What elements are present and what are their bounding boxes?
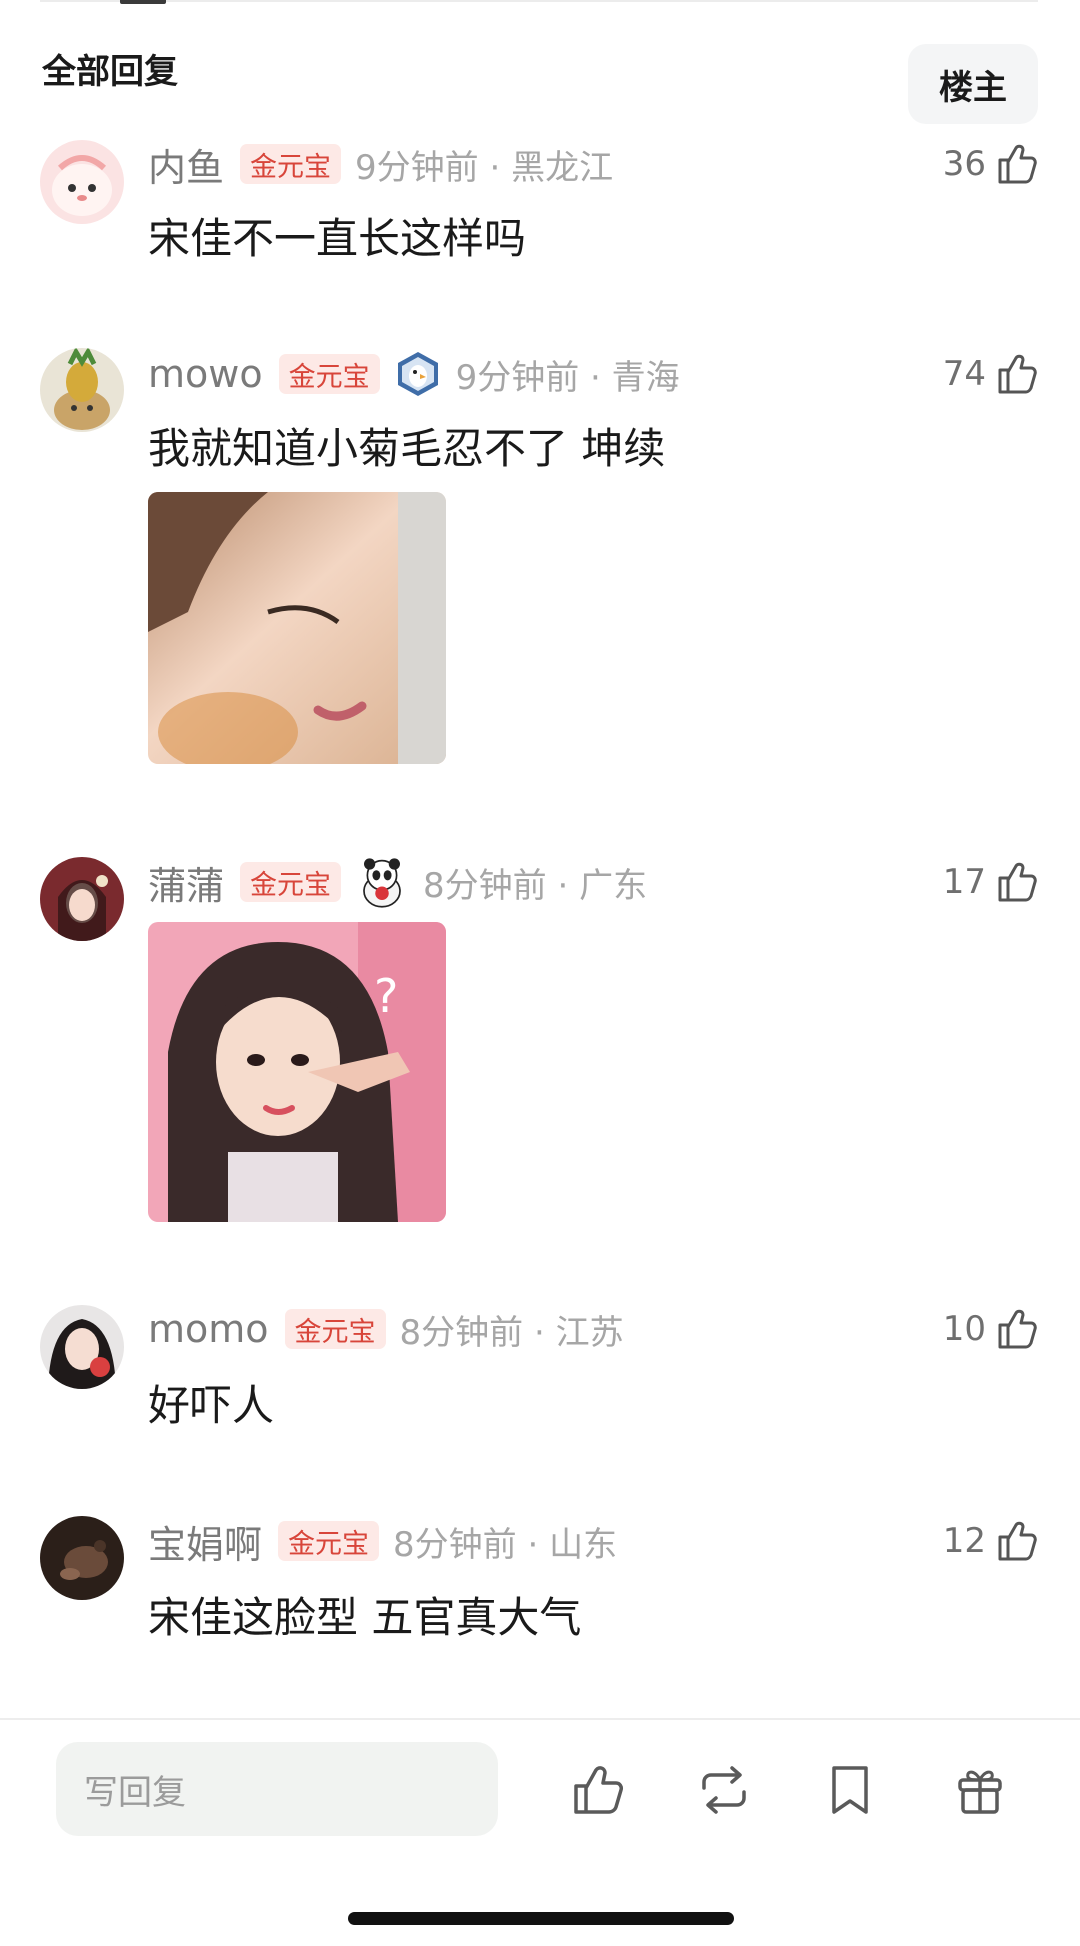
- comment-meta: 宝娟啊 金元宝 8分钟前 · 山东: [148, 1518, 618, 1567]
- comment-meta: mowo 金元宝 9分钟前 · 青海: [148, 351, 680, 398]
- username[interactable]: mowo: [148, 352, 263, 396]
- avatar[interactable]: [40, 1516, 124, 1600]
- comment-meta: 内鱼 金元宝 9分钟前 · 黑龙江: [148, 141, 614, 190]
- like-button[interactable]: 12: [943, 1513, 1040, 1569]
- thumbs-up-icon: [998, 1521, 1037, 1561]
- section-title: 全部回复: [42, 52, 178, 92]
- like-button[interactable]: 74: [943, 346, 1040, 402]
- like-count: 74: [942, 354, 986, 394]
- op-only-button[interactable]: 楼主: [908, 44, 1038, 124]
- avatar[interactable]: [40, 140, 124, 224]
- comment-meta: momo 金元宝 8分钟前 · 江苏: [148, 1306, 624, 1353]
- comment-text: 好吓人: [148, 1381, 275, 1430]
- like-button[interactable]: 36: [943, 136, 1040, 192]
- like-button[interactable]: 10: [943, 1301, 1040, 1357]
- bookmark-icon[interactable]: [820, 1760, 880, 1820]
- avatar[interactable]: [40, 1305, 124, 1389]
- username[interactable]: 蒲蒲: [148, 855, 224, 910]
- time-location: 8分钟前 · 广东: [423, 865, 648, 906]
- gold-badge: 金元宝: [284, 1309, 386, 1349]
- time-location: 9分钟前 · 青海: [455, 357, 680, 398]
- username[interactable]: 内鱼: [148, 137, 224, 192]
- active-tab-indicator: [120, 0, 166, 4]
- comment-text: 宋佳不一直长这样吗: [148, 214, 527, 263]
- gift-icon[interactable]: [950, 1760, 1010, 1820]
- gold-badge: 金元宝: [240, 862, 342, 902]
- comment-image[interactable]: ?: [148, 922, 446, 1222]
- svg-text:?: ?: [374, 969, 398, 1023]
- eagle-medal-icon: [397, 352, 438, 396]
- thumbs-up-icon[interactable]: [568, 1760, 628, 1820]
- avatar[interactable]: [40, 348, 124, 432]
- time-location: 8分钟前 · 山东: [393, 1524, 618, 1565]
- bottom-bar-divider: [0, 1718, 1080, 1720]
- comment-image[interactable]: [148, 492, 446, 764]
- time-location: 8分钟前 · 江苏: [399, 1312, 624, 1353]
- panda-medal-icon: [363, 858, 401, 908]
- thumbs-up-icon: [998, 144, 1037, 184]
- gold-badge: 金元宝: [278, 1521, 380, 1561]
- thumbs-up-icon: [998, 1309, 1037, 1349]
- thumbs-up-icon: [998, 354, 1037, 394]
- username[interactable]: 宝娟啊: [148, 1514, 262, 1569]
- gold-badge: 金元宝: [240, 144, 342, 184]
- like-count: 36: [942, 144, 986, 184]
- like-count: 17: [942, 862, 986, 902]
- reply-input[interactable]: 写回复: [56, 1742, 498, 1836]
- comment-text: 宋佳这脸型 五官真大气: [148, 1593, 582, 1642]
- like-count: 10: [942, 1309, 986, 1349]
- username[interactable]: momo: [148, 1307, 269, 1351]
- like-button[interactable]: 17: [943, 854, 1040, 910]
- replies-header: 全部回复 楼主: [0, 22, 1080, 124]
- thumbs-up-icon: [998, 862, 1037, 902]
- top-divider: [40, 0, 1038, 2]
- time-location: 9分钟前 · 黑龙江: [355, 147, 614, 188]
- repost-icon[interactable]: [694, 1760, 754, 1820]
- avatar[interactable]: [40, 857, 124, 941]
- home-indicator: [348, 1912, 734, 1925]
- gold-badge: 金元宝: [278, 354, 380, 394]
- comment-text: 我就知道小菊毛忍不了 坤续: [148, 424, 666, 473]
- comment-meta: 蒲蒲 金元宝 8分钟前 · 广东: [148, 858, 648, 908]
- like-count: 12: [942, 1521, 986, 1561]
